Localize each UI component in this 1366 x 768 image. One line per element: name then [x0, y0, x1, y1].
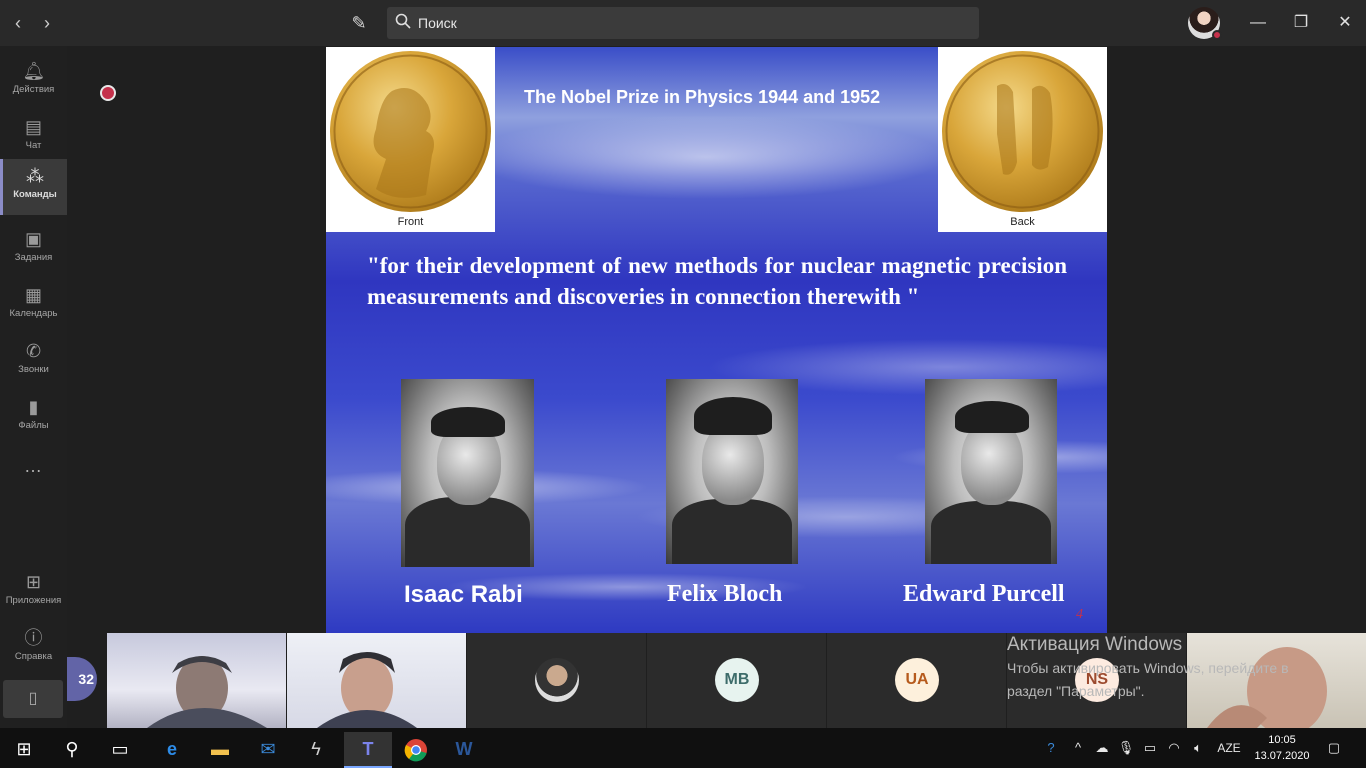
app-icon[interactable]: ϟ — [292, 732, 340, 768]
profile-avatar[interactable] — [1188, 7, 1222, 40]
file-icon: ▮ — [28, 397, 39, 417]
participant-tile[interactable] — [467, 633, 646, 728]
volume-icon[interactable]: 🔈︎ — [1188, 728, 1208, 768]
medal-back-image: Back — [938, 47, 1107, 232]
chat-icon: ▤ — [24, 117, 42, 137]
mail-icon[interactable]: ✉ — [244, 732, 292, 768]
bell-icon: 🔔︎ — [22, 61, 46, 81]
notifications-icon[interactable]: ▢ — [1320, 728, 1348, 768]
search-icon[interactable]: ⚲ — [48, 732, 96, 768]
back-arrow-icon[interactable]: ‹ — [8, 11, 28, 35]
sidebar-item-label: Справка — [14, 651, 53, 662]
edge-browser-icon[interactable]: e — [148, 732, 196, 768]
participant-avatar — [535, 658, 579, 702]
file-explorer-icon[interactable]: ▬ — [196, 732, 244, 768]
teams-window: ‹ › ✎ Поиск — ❐ ✕ 🔔︎ Действия ▤ Чат ⁂ Ко… — [0, 0, 1366, 768]
sidebar-item-label: Приложения — [5, 595, 62, 606]
chrome-browser-icon[interactable] — [392, 732, 440, 768]
start-menu-icon[interactable]: ⊞ — [0, 732, 48, 768]
participant-initials: MB — [715, 658, 759, 702]
language-indicator[interactable]: AZE — [1212, 728, 1246, 768]
help-tray-icon[interactable]: ? — [1038, 728, 1064, 768]
help-icon: ⓘ — [24, 628, 43, 648]
onedrive-icon[interactable]: ☁ — [1092, 728, 1112, 768]
sidebar-item-label: Команды — [13, 189, 57, 200]
apps-icon: ⊞ — [25, 572, 42, 592]
medal-front-image: Front — [326, 47, 495, 232]
participant-tile[interactable]: MB — [647, 633, 826, 728]
sidebar-item-help[interactable]: ⓘ Справка — [0, 621, 67, 677]
slide-title: The Nobel Prize in Physics 1944 and 1952 — [524, 87, 881, 107]
laureate-name: Felix Bloch — [667, 581, 783, 607]
more-apps-icon[interactable]: … — [0, 456, 67, 477]
participant-video — [317, 652, 417, 728]
laureate-name: Isaac Rabi — [404, 581, 523, 608]
search-placeholder: Поиск — [418, 15, 457, 31]
sidebar-item-activity[interactable]: 🔔︎ Действия — [0, 54, 67, 110]
sidebar-item-files[interactable]: ▮ Файлы — [0, 390, 67, 446]
minimize-icon[interactable]: — — [1246, 11, 1270, 35]
sidebar-item-assignments[interactable]: ▣ Задания — [0, 222, 67, 278]
taskbar-clock[interactable]: 10:05 13.07.2020 — [1252, 732, 1312, 764]
forward-arrow-icon[interactable]: › — [37, 11, 57, 35]
app-bar: 🔔︎ Действия ▤ Чат ⁂ Команды ▣ Задания ▦ … — [0, 46, 67, 728]
title-bar: ‹ › ✎ Поиск — ❐ ✕ — [0, 0, 1366, 46]
nobel-medal-back-icon — [942, 51, 1103, 212]
participant-video — [147, 656, 267, 728]
new-chat-icon[interactable]: ✎ — [347, 11, 371, 35]
participant-video-tile[interactable] — [287, 633, 466, 728]
portrait-felix-bloch — [666, 379, 798, 564]
nobel-medal-front-icon — [330, 51, 491, 212]
participant-count-badge[interactable]: 32 — [67, 657, 97, 701]
medal-back-caption: Back — [1010, 216, 1035, 228]
activation-title: Активация Windows — [1007, 634, 1183, 655]
sidebar-item-label: Действия — [12, 84, 55, 95]
status-busy-icon — [1212, 30, 1222, 40]
mobile-icon: ▯ — [28, 690, 38, 707]
sidebar-item-teams[interactable]: ⁂ Команды — [0, 159, 67, 215]
sidebar-item-apps[interactable]: ⊞ Приложения — [0, 565, 67, 621]
show-hidden-icons-icon[interactable]: ^ — [1068, 728, 1088, 768]
search-box[interactable]: Поиск — [387, 7, 979, 39]
word-app-icon[interactable]: W — [440, 732, 488, 768]
activation-line: раздел "Параметры". — [1007, 683, 1145, 699]
sidebar-item-label: Звонки — [18, 364, 49, 375]
portrait-isaac-rabi — [401, 379, 534, 567]
slide-page-number: 4 — [1076, 607, 1083, 622]
sidebar-item-label: Задания — [14, 252, 53, 263]
shared-slide: Front Back The Nobel Prize in Physics 19… — [326, 47, 1107, 633]
wifi-icon[interactable]: ◠ — [1164, 728, 1184, 768]
calendar-icon: ▦ — [24, 285, 42, 305]
sidebar-item-chat[interactable]: ▤ Чат — [0, 110, 67, 166]
portrait-edward-purcell — [925, 379, 1057, 564]
laureate-name: Edward Purcell — [903, 581, 1065, 607]
teams-icon: ⁂ — [26, 166, 44, 186]
sidebar-item-calendar[interactable]: ▦ Календарь — [0, 278, 67, 334]
recording-indicator-icon — [100, 85, 116, 101]
search-icon — [395, 13, 411, 29]
participant-tile[interactable]: UA — [827, 633, 1006, 728]
windows-taskbar: ⊞ ⚲ ▭ e ▬ ✉ ϟ T W ? ^ ☁ 🎙︎ ▭ ◠ 🔈︎ AZE 10… — [0, 728, 1366, 768]
participant-video-tile[interactable] — [107, 633, 286, 728]
teams-app-icon[interactable]: T — [344, 732, 392, 768]
close-icon[interactable]: ✕ — [1333, 11, 1357, 35]
clock-date: 13.07.2020 — [1254, 750, 1310, 762]
sidebar-item-label: Чат — [25, 140, 42, 151]
sidebar-item-label: Файлы — [18, 420, 49, 431]
activation-line: Чтобы активировать Windows, перейдите в — [1007, 660, 1289, 676]
medal-front-caption: Front — [397, 216, 424, 228]
task-view-icon[interactable]: ▭ — [96, 732, 144, 768]
assignments-icon: ▣ — [24, 229, 42, 249]
windows-activation-watermark: Активация Windows Чтобы активировать Win… — [1007, 634, 1289, 702]
mobile-device-button[interactable]: ▯ — [3, 680, 63, 718]
sidebar-item-label: Календарь — [9, 308, 58, 319]
restore-icon[interactable]: ❐ — [1289, 11, 1313, 35]
sidebar-item-calls[interactable]: ✆ Звонки — [0, 334, 67, 390]
phone-icon: ✆ — [25, 341, 42, 361]
microphone-icon[interactable]: 🎙︎ — [1116, 728, 1136, 768]
battery-icon[interactable]: ▭ — [1140, 728, 1160, 768]
prize-citation: "for their development of new methods fo… — [367, 253, 1067, 309]
participant-initials: UA — [895, 658, 939, 702]
clock-time: 10:05 — [1268, 734, 1296, 746]
